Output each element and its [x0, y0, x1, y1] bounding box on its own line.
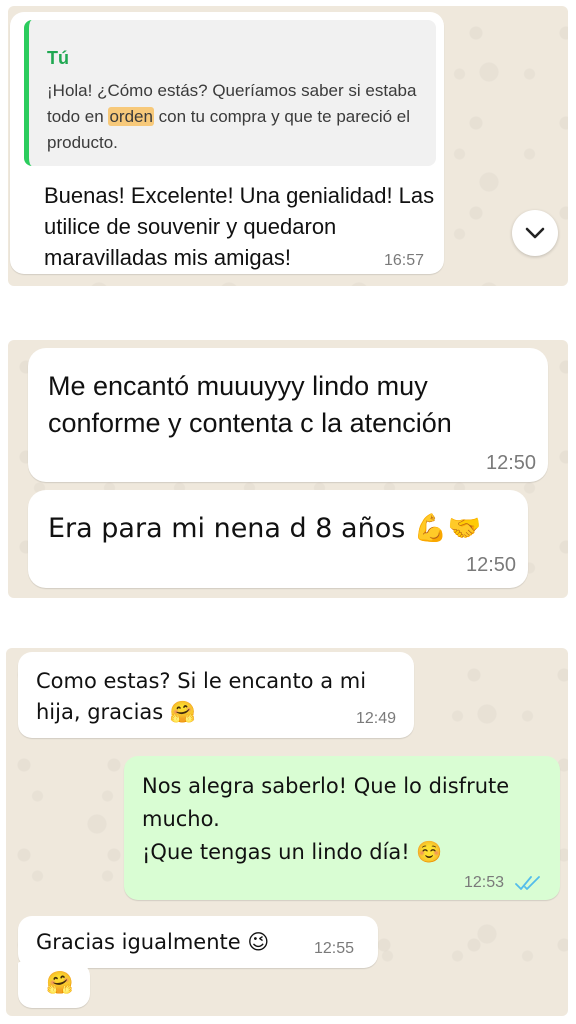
- chat-screenshot-3: Como estas? Si le encanto a mi hija, gra…: [6, 648, 568, 1016]
- hugging-face-emoji: 🤗: [46, 971, 74, 996]
- message-text: Gracias igualmente 😉: [36, 930, 270, 954]
- quoted-message[interactable]: Tú ¡Hola! ¿Cómo estás? Queríamos saber s…: [24, 20, 436, 166]
- quoted-author: Tú: [47, 48, 69, 68]
- chat-screenshot-2: Me encantó muuuyyy lindo muy conforme y …: [8, 340, 568, 598]
- incoming-emoji-message[interactable]: 🤗: [18, 962, 90, 1008]
- message-text: Nos alegra saberlo! Que lo disfrute much…: [142, 770, 552, 869]
- incoming-message-reply[interactable]: Tú ¡Hola! ¿Cómo estás? Queríamos saber s…: [10, 12, 444, 274]
- double-check-icon: [515, 876, 540, 890]
- message-time: 12:50: [466, 554, 517, 576]
- message-time: 16:57: [384, 252, 425, 269]
- message-text: Me encantó muuuyyy lindo muy conforme y …: [48, 371, 452, 438]
- message-time: 12:49: [356, 710, 397, 727]
- message-time: 12:55: [314, 940, 355, 957]
- message-time: 12:53: [464, 874, 505, 891]
- chat-screenshot-1: Tú ¡Hola! ¿Cómo estás? Queríamos saber s…: [8, 6, 568, 286]
- message-text: Era para mi nena d 8 años 💪🤝: [48, 513, 482, 544]
- chevron-down-icon: [525, 227, 545, 239]
- outgoing-message[interactable]: Nos alegra saberlo! Que lo disfrute much…: [124, 756, 560, 900]
- incoming-message[interactable]: Como estas? Si le encanto a mi hija, gra…: [18, 652, 414, 738]
- message-line: Nos alegra saberlo! Que lo disfrute much…: [142, 774, 510, 831]
- message-line: ¡Que tengas un lindo día! ☺️: [142, 840, 443, 864]
- quoted-highlight: orden: [108, 107, 154, 126]
- message-time: 12:50: [486, 452, 537, 474]
- incoming-message[interactable]: Gracias igualmente 😉 12:55: [18, 916, 378, 968]
- incoming-message[interactable]: Me encantó muuuyyy lindo muy conforme y …: [28, 348, 548, 482]
- incoming-message[interactable]: Era para mi nena d 8 años 💪🤝 12:50: [28, 490, 528, 588]
- scroll-down-button[interactable]: [512, 210, 558, 256]
- quoted-text: ¡Hola! ¿Cómo estás? Queríamos saber si e…: [47, 78, 419, 156]
